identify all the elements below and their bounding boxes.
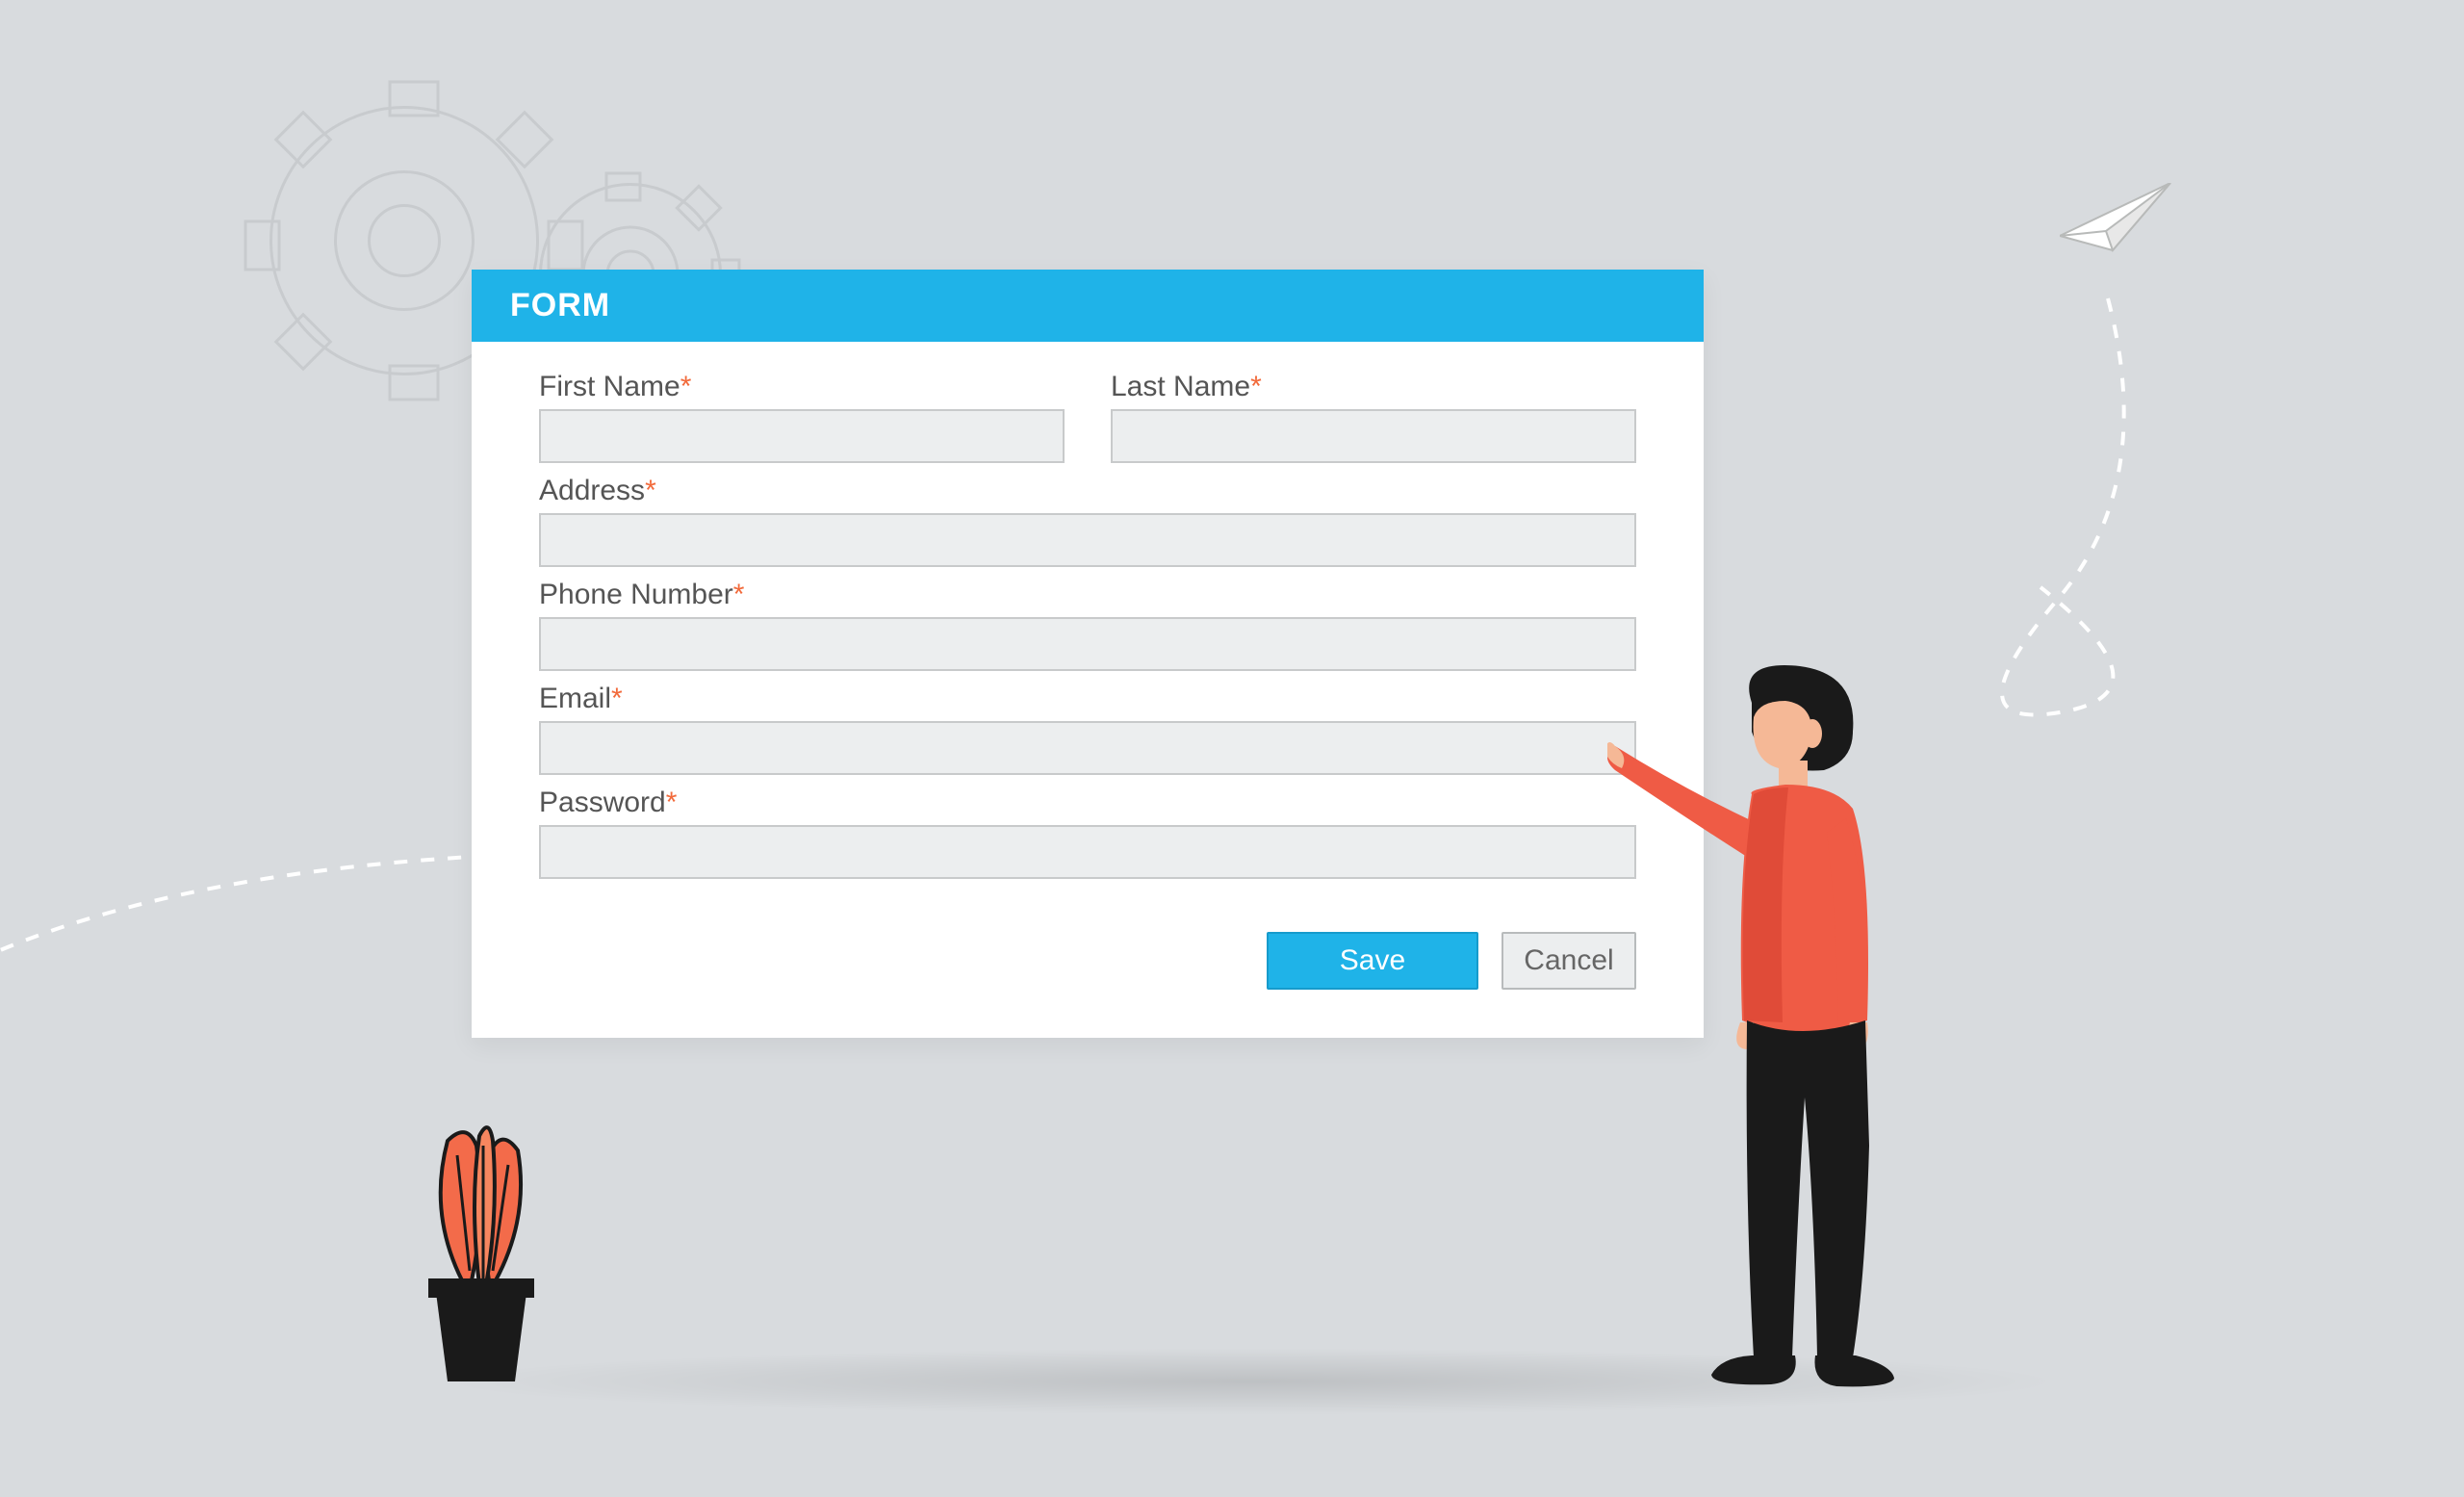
form-actions: Save Cancel [539,932,1636,999]
dashed-path-left-icon [0,838,481,1030]
required-marker: * [666,787,678,818]
last-name-label: Last Name* [1111,371,1636,403]
password-label: Password* [539,787,1636,819]
required-marker: * [645,475,656,506]
form-title: FORM [472,270,1704,342]
last-name-label-text: Last Name [1111,371,1250,402]
form-card: FORM First Name* Last Name* Address* [472,270,1704,1038]
phone-input[interactable] [539,617,1636,671]
password-label-text: Password [539,787,666,818]
address-label: Address* [539,475,1636,507]
first-name-label-text: First Name [539,371,680,402]
email-input[interactable] [539,721,1636,775]
address-label-text: Address [539,475,645,506]
email-label: Email* [539,683,1636,715]
required-marker: * [1250,371,1262,402]
last-name-input[interactable] [1111,409,1636,463]
required-marker: * [680,371,692,402]
phone-label: Phone Number* [539,579,1636,611]
person-illustration [1607,664,1935,1396]
password-input[interactable] [539,825,1636,879]
address-input[interactable] [539,513,1636,567]
required-marker: * [611,683,623,714]
email-label-text: Email [539,683,611,714]
phone-label-text: Phone Number [539,579,733,610]
form-body: First Name* Last Name* Address* [472,342,1704,1038]
required-marker: * [733,579,745,610]
save-button[interactable]: Save [1267,932,1478,990]
first-name-input[interactable] [539,409,1065,463]
dashed-path-icon [1925,289,2214,770]
plant-illustration [404,1107,558,1396]
first-name-label: First Name* [539,371,1065,403]
paper-plane-icon [2060,183,2175,260]
